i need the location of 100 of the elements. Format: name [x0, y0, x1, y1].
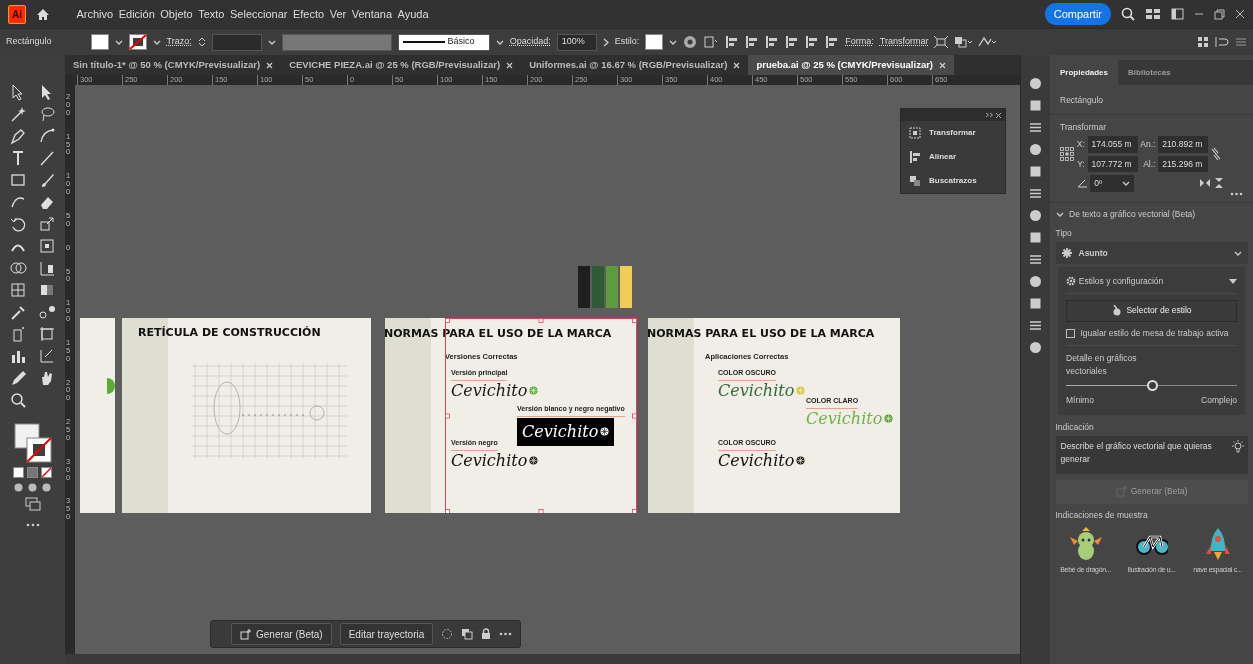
menu-item[interactable]: Seleccionar: [230, 5, 288, 23]
panel-item[interactable]: Buscatrazos: [901, 169, 1005, 193]
caret-icon[interactable]: [669, 39, 678, 45]
restore-icon[interactable]: [1214, 8, 1225, 20]
stroke-weight-field[interactable]: [211, 33, 262, 51]
grid-tool-icon[interactable]: [9, 281, 28, 299]
chart-tool-icon[interactable]: [37, 259, 56, 277]
edit-path-button[interactable]: Editar trayectoria: [339, 623, 434, 645]
sidebar-toggle-icon[interactable]: [1215, 36, 1229, 48]
none-mode-icon[interactable]: [40, 467, 52, 478]
caret-icon[interactable]: [267, 39, 276, 45]
menu-item[interactable]: Objeto: [160, 5, 193, 23]
pencil-icon[interactable]: [9, 369, 28, 387]
stroke-swatch-icon[interactable]: [128, 34, 147, 50]
caret-icon[interactable]: [152, 39, 161, 45]
document-tab[interactable]: Sin título-1* @ 50 % (CMYK/Previsualizar): [65, 55, 282, 75]
grid-icon[interactable]: [1197, 36, 1209, 48]
close-icon[interactable]: [995, 111, 1003, 119]
menu-item[interactable]: Edición: [118, 5, 155, 23]
coordinate-field[interactable]: 174.055 m: [1087, 136, 1138, 153]
type-dropdown[interactable]: Asunto: [1055, 242, 1248, 264]
fill-stroke-icon[interactable]: [13, 423, 52, 463]
anchor-points-icon[interactable]: [441, 628, 454, 640]
scale-icon[interactable]: [37, 215, 56, 233]
coordinate-field[interactable]: 210.892 m: [1158, 136, 1209, 153]
close-icon[interactable]: [506, 61, 514, 69]
caret-icon[interactable]: [495, 39, 504, 45]
rectangle-tool-icon[interactable]: [9, 171, 28, 189]
app-logo[interactable]: Ai: [8, 4, 26, 24]
fill-swatch[interactable]: [90, 34, 109, 50]
variable-width-field[interactable]: [281, 33, 392, 51]
more-tools-icon[interactable]: [25, 523, 40, 527]
prompt-field[interactable]: Describe el gráfico vectorial que quieras generar: [1055, 436, 1248, 474]
document-tab[interactable]: prueba.ai @ 25 % (CMYK/Previsualizar): [748, 55, 955, 75]
align-right-icon[interactable]: [765, 36, 780, 48]
close-icon[interactable]: [1235, 9, 1245, 19]
flip-horizontal-icon[interactable]: [1199, 178, 1211, 189]
align-bottom-icon[interactable]: [825, 36, 840, 48]
style-picker-button[interactable]: Selector de estilo: [1066, 299, 1237, 322]
caret-icon[interactable]: [1122, 180, 1131, 186]
align-center-icon[interactable]: [745, 36, 760, 48]
collapse-icon[interactable]: [984, 112, 993, 118]
menu-item[interactable]: Ayuda: [397, 5, 429, 23]
isolate-icon[interactable]: [934, 36, 949, 48]
slider-thumb[interactable]: [1146, 380, 1158, 392]
shape-builder-icon[interactable]: [9, 259, 28, 277]
angle-field[interactable]: 0º: [1090, 175, 1135, 192]
stroke-link[interactable]: Trazo:: [166, 35, 192, 49]
free-transform-icon[interactable]: [37, 237, 56, 255]
magic-wand-icon[interactable]: [9, 105, 28, 123]
menu-item[interactable]: Efecto: [292, 5, 325, 23]
close-icon[interactable]: [733, 61, 741, 69]
opacity-link[interactable]: Opacidad:: [509, 35, 551, 49]
reference-point-icon[interactable]: [1060, 147, 1074, 162]
share-button[interactable]: Compartir: [1044, 2, 1111, 26]
checkbox[interactable]: [1066, 329, 1075, 338]
spinner-icon[interactable]: [197, 36, 206, 48]
align-left-icon[interactable]: [725, 36, 740, 48]
document-tab[interactable]: CEVICHE PIEZA.ai @ 25 % (RGB/Previsualizar): [281, 55, 522, 75]
panel-item[interactable]: Alinear: [901, 145, 1005, 169]
transform-link[interactable]: Transformar: [879, 35, 929, 49]
brush-dropdown[interactable]: Básico: [397, 33, 490, 51]
link-proportions-icon[interactable]: [1210, 147, 1221, 162]
zoom-icon[interactable]: [9, 391, 28, 409]
duplicate-icon[interactable]: [461, 628, 474, 640]
blend-icon[interactable]: [37, 303, 56, 321]
panel-tab[interactable]: Bibliotecas: [1118, 60, 1181, 85]
more-icon[interactable]: [499, 632, 513, 636]
panel-icon[interactable]: [1171, 8, 1184, 20]
arrange-icon[interactable]: [954, 36, 973, 48]
close-icon[interactable]: [266, 61, 274, 69]
workspace-icon[interactable]: [1145, 8, 1161, 20]
lock-icon[interactable]: [481, 628, 492, 640]
search-icon[interactable]: [1121, 7, 1135, 21]
menu-item[interactable]: Texto: [198, 5, 225, 23]
artboard-tool-icon[interactable]: [37, 325, 56, 343]
triangle-down-icon[interactable]: [1229, 278, 1237, 284]
coordinate-field[interactable]: 215.296 m: [1158, 155, 1209, 173]
color-mode-icon[interactable]: [13, 467, 25, 478]
document-tab[interactable]: Uniformes.ai @ 16.67 % (RGB/Previsualizar): [521, 55, 749, 75]
align-top-icon[interactable]: [785, 36, 800, 48]
menu-item[interactable]: Ver: [329, 5, 347, 23]
panel-tab[interactable]: Propiedades: [1050, 60, 1118, 85]
slice-icon[interactable]: [37, 347, 56, 365]
shape-link[interactable]: Forma:: [845, 35, 874, 49]
generate-button[interactable]: Generar (Beta): [231, 623, 332, 645]
panel-item[interactable]: Transformar: [901, 121, 1005, 145]
rotate-icon[interactable]: [9, 215, 28, 233]
curvature-icon[interactable]: [37, 127, 56, 145]
chevron-icon[interactable]: [602, 37, 609, 47]
home-icon[interactable]: [36, 7, 50, 21]
style-swatch[interactable]: [645, 34, 664, 50]
opacity-field[interactable]: 100%: [556, 33, 597, 51]
more-icon[interactable]: [1230, 191, 1243, 196]
stroke-panel-icon[interactable]: [1029, 187, 1042, 200]
coordinate-field[interactable]: 107.772 m: [1087, 155, 1138, 173]
menu-item[interactable]: Archivo: [76, 5, 114, 23]
chevron-down-icon[interactable]: [1055, 212, 1064, 218]
close-icon[interactable]: [939, 61, 947, 69]
align-middle-icon[interactable]: [805, 36, 820, 48]
